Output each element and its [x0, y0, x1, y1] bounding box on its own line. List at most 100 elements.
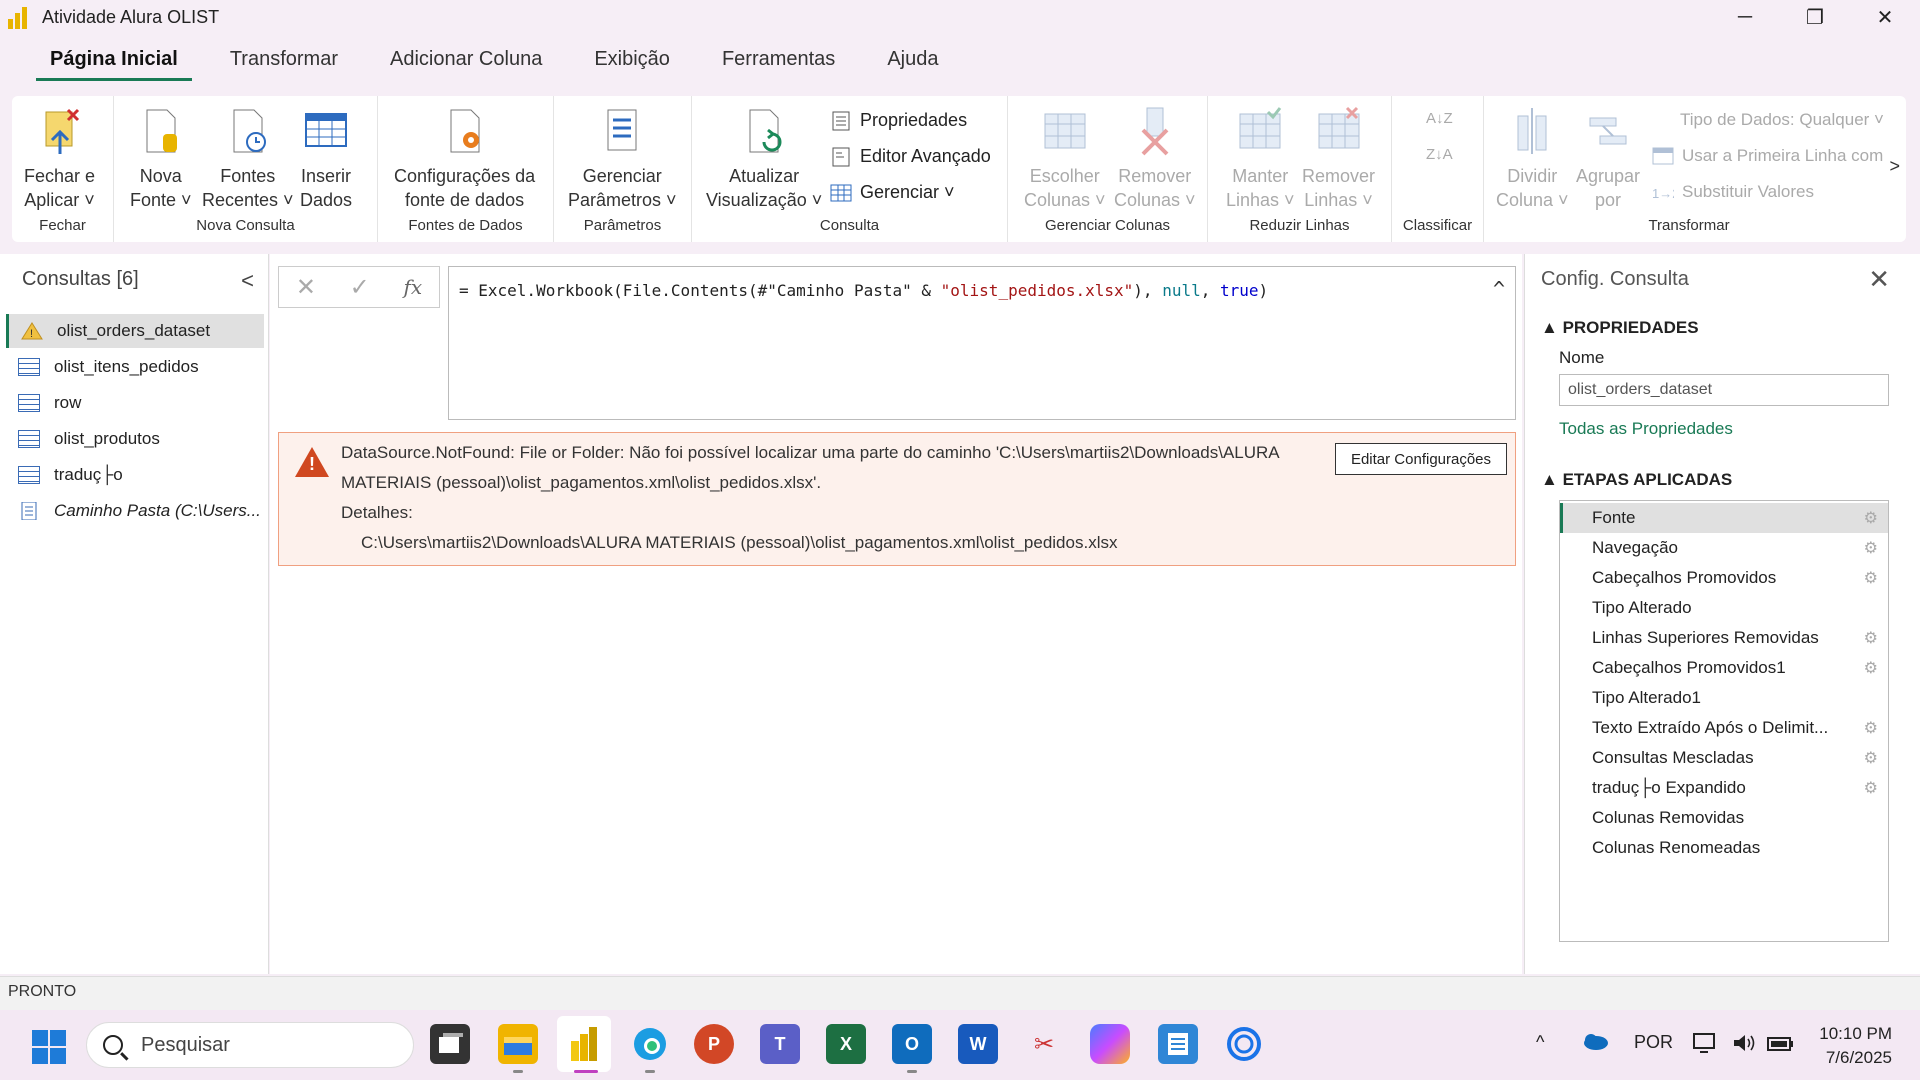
- query-item[interactable]: traduç├o: [6, 458, 264, 492]
- applied-step[interactable]: Colunas Removidas: [1560, 803, 1888, 833]
- tab-adicionar-coluna[interactable]: Adicionar Coluna: [364, 48, 568, 77]
- show-hidden-icons-button[interactable]: ^: [1536, 1032, 1544, 1053]
- task-view-icon[interactable]: [430, 1024, 470, 1064]
- gear-icon[interactable]: ⚙: [1864, 658, 1878, 678]
- remove-columns-button[interactable]: Remover Colunas ˅: [1114, 106, 1196, 212]
- applied-step[interactable]: Cabeçalhos Promovidos ⚙: [1560, 563, 1888, 593]
- gear-icon[interactable]: ⚙: [1864, 718, 1878, 738]
- data-source-settings-button[interactable]: Configurações da fonte de dados: [394, 106, 535, 212]
- outlook-icon[interactable]: O: [892, 1024, 932, 1064]
- battery-icon[interactable]: [1766, 1032, 1794, 1059]
- taskbar-indicator: [513, 1070, 523, 1073]
- enter-data-button[interactable]: Inserir Dados: [300, 106, 352, 212]
- applied-step[interactable]: Fonte ⚙: [1560, 503, 1888, 533]
- taskbar-search[interactable]: Pesquisar: [86, 1022, 414, 1068]
- start-button[interactable]: [32, 1030, 66, 1064]
- tab-ferramentas[interactable]: Ferramentas: [696, 48, 861, 77]
- keep-rows-button[interactable]: Manter Linhas ˅: [1226, 106, 1295, 212]
- gear-icon[interactable]: ⚙: [1864, 748, 1878, 768]
- file-explorer-icon[interactable]: [498, 1024, 538, 1064]
- replace-values-button[interactable]: 1→2Substituir Valores: [1652, 182, 1814, 202]
- new-source-button[interactable]: Nova Fonte ˅: [130, 106, 192, 212]
- properties-section[interactable]: ▲ PROPRIEDADES: [1541, 318, 1699, 338]
- close-settings-button[interactable]: ✕: [1868, 264, 1890, 295]
- tab-transformar[interactable]: Transformar: [204, 48, 364, 77]
- advanced-editor-button[interactable]: Editor Avançado: [830, 146, 991, 167]
- data-type-dropdown[interactable]: Tipo de Dados: Qualquer ˅: [1680, 110, 1884, 130]
- edge-icon[interactable]: [630, 1024, 670, 1064]
- remove-columns-icon: [1133, 106, 1177, 158]
- gear-icon[interactable]: ⚙: [1864, 538, 1878, 558]
- group-by-button[interactable]: Agrupar por: [1576, 106, 1640, 212]
- group-gerenciar-colunas: Escolher Colunas ˅ Remover Colunas ˅ Ger…: [1008, 96, 1208, 242]
- use-first-row-button[interactable]: Usar a Primeira Linha com: [1652, 146, 1883, 166]
- applied-steps-section[interactable]: ▲ ETAPAS APLICADAS: [1541, 470, 1732, 490]
- manage-button[interactable]: Gerenciar ˅: [830, 182, 955, 203]
- refresh-preview-button[interactable]: Atualizar Visualização ˅: [706, 106, 822, 212]
- query-name-input[interactable]: [1559, 374, 1889, 406]
- word-icon[interactable]: W: [958, 1024, 998, 1064]
- volume-icon[interactable]: [1732, 1032, 1758, 1059]
- onedrive-icon[interactable]: [1582, 1032, 1608, 1055]
- all-properties-link[interactable]: Todas as Propriedades: [1559, 419, 1733, 439]
- applied-step[interactable]: traduç├o Expandido ⚙: [1560, 773, 1888, 803]
- applied-step[interactable]: Linhas Superiores Removidas ⚙: [1560, 623, 1888, 653]
- applied-step[interactable]: Cabeçalhos Promovidos1 ⚙: [1560, 653, 1888, 683]
- gear-icon[interactable]: ⚙: [1864, 628, 1878, 648]
- edit-settings-button[interactable]: Editar Configurações: [1335, 443, 1507, 475]
- split-column-button[interactable]: Dividir Coluna ˅: [1496, 106, 1569, 212]
- collapse-queries-button[interactable]: <: [241, 268, 254, 294]
- teams-icon[interactable]: T: [760, 1024, 800, 1064]
- gear-icon[interactable]: ⚙: [1864, 568, 1878, 588]
- language-indicator[interactable]: POR: [1634, 1032, 1673, 1053]
- applied-step[interactable]: Tipo Alterado1: [1560, 683, 1888, 713]
- applied-step[interactable]: Tipo Alterado: [1560, 593, 1888, 623]
- clock[interactable]: 10:10 PM 7/6/2025: [1819, 1022, 1892, 1070]
- powerpoint-icon[interactable]: P: [694, 1024, 734, 1064]
- manage-parameters-button[interactable]: Gerenciar Parâmetros ˅: [568, 106, 677, 212]
- app-swirl-icon[interactable]: [1224, 1024, 1264, 1064]
- fx-icon[interactable]: fx: [403, 275, 422, 299]
- applied-step[interactable]: Consultas Mescladas ⚙: [1560, 743, 1888, 773]
- properties-button[interactable]: Propriedades: [830, 110, 967, 131]
- snipping-tool-icon[interactable]: ✂: [1024, 1024, 1064, 1064]
- excel-icon[interactable]: X: [826, 1024, 866, 1064]
- sort-descending-button[interactable]: Z↓A: [1426, 146, 1453, 163]
- query-item[interactable]: ! olist_orders_dataset: [6, 314, 264, 348]
- gear-icon[interactable]: ⚙: [1864, 778, 1878, 798]
- gear-icon[interactable]: ⚙: [1864, 508, 1878, 528]
- svg-text:1→2: 1→2: [1652, 186, 1674, 201]
- cancel-formula-button[interactable]: ✕: [296, 273, 316, 302]
- close-button[interactable]: ✕: [1850, 0, 1920, 34]
- recent-sources-button[interactable]: Fontes Recentes ˅: [202, 106, 294, 212]
- power-bi-icon[interactable]: [564, 1024, 604, 1064]
- copilot-icon[interactable]: [1090, 1024, 1130, 1064]
- remove-rows-button[interactable]: Remover Linhas ˅: [1302, 106, 1375, 212]
- choose-columns-button[interactable]: Escolher Colunas ˅: [1024, 106, 1106, 212]
- close-apply-button[interactable]: Fechar e Aplicar ˅: [24, 106, 95, 212]
- formula-bar[interactable]: = Excel.Workbook(File.Contents(#"Caminho…: [448, 266, 1516, 420]
- confirm-formula-button[interactable]: ✓: [350, 273, 370, 302]
- collapse-formula-button[interactable]: ^: [1493, 277, 1505, 301]
- network-icon[interactable]: [1692, 1032, 1718, 1059]
- query-item[interactable]: Caminho Pasta (C:\Users...: [6, 494, 264, 528]
- manage-table-icon: [830, 183, 852, 203]
- group-consulta: Atualizar Visualização ˅ Propriedades Ed…: [692, 96, 1008, 242]
- applied-step[interactable]: Navegação ⚙: [1560, 533, 1888, 563]
- group-transformar: Dividir Coluna ˅ Agrupar por Tipo de Dad…: [1484, 96, 1894, 242]
- applied-step[interactable]: Texto Extraído Após o Delimit... ⚙: [1560, 713, 1888, 743]
- tab-pagina-inicial[interactable]: Página Inicial: [24, 48, 204, 81]
- ribbon-more-button[interactable]: >: [1889, 156, 1900, 177]
- tab-exibicao[interactable]: Exibição: [568, 48, 696, 77]
- sort-ascending-button[interactable]: A↓Z: [1426, 110, 1453, 127]
- query-item[interactable]: olist_itens_pedidos: [6, 350, 264, 384]
- applied-step[interactable]: Colunas Renomeadas: [1560, 833, 1888, 863]
- query-item[interactable]: row: [6, 386, 264, 420]
- group-label: Transformar: [1648, 217, 1730, 234]
- group-label: Nova Consulta: [196, 217, 295, 234]
- minimize-button[interactable]: ─: [1710, 0, 1780, 34]
- query-item[interactable]: olist_produtos: [6, 422, 264, 456]
- restore-button[interactable]: ❐: [1780, 0, 1850, 34]
- notepad-icon[interactable]: [1158, 1024, 1198, 1064]
- tab-ajuda[interactable]: Ajuda: [861, 48, 964, 77]
